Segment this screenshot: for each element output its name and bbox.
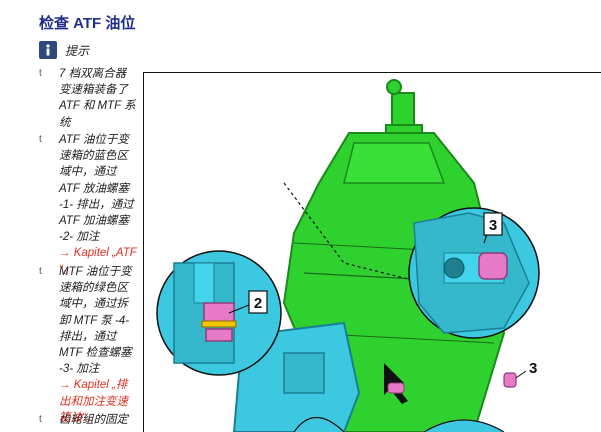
bullet-line: 速箱的绿色区 <box>59 282 128 295</box>
bullet-line: 齿轮组的固定 <box>59 414 128 426</box>
kapitel-atf-link[interactable]: → Kapitel „ATF <box>59 245 141 261</box>
seal-ring <box>201 320 237 328</box>
bullet-line: ATF 加油螺塞 <box>59 215 129 228</box>
bullet-line: -1- 排出，通过 <box>59 198 134 211</box>
bullet-mark: t <box>39 68 42 79</box>
bullet-line: 排出，通过 <box>59 330 117 343</box>
detail-circle-mtf-check-plug <box>408 207 540 339</box>
info-icon <box>39 41 57 59</box>
bullet-mark: t <box>39 134 42 145</box>
bullet-line: 域中，通过拆 <box>59 298 128 311</box>
bullet-line: 卸 MTF 泵 -4- <box>59 314 130 327</box>
callout-label: 3 <box>529 360 537 377</box>
note-label: 提示 <box>65 43 90 58</box>
bullet-line: MTF 检查螺塞 <box>59 347 132 360</box>
kapitel-oil-link[interactable]: → Kapitel „排 <box>59 377 141 393</box>
bullet-line: ATF 油位于变 <box>59 134 129 146</box>
page-title: 检查 ATF 油位 <box>39 15 136 32</box>
bullet-line: 域中，通过 <box>59 166 117 179</box>
bullet-line: 统 <box>59 116 71 129</box>
callout-label: 2 <box>254 295 262 312</box>
bullet-line: -3- 加注 <box>59 363 100 376</box>
bullet-line: 变速箱装备了 <box>59 84 128 97</box>
bullet-line: 速箱的蓝色区 <box>59 150 128 163</box>
kapitel-oil-link-2[interactable]: 出和加注变速 <box>59 394 141 410</box>
transmission-illustration: 2 3 3 <box>143 72 601 432</box>
transmission-drawing: 2 3 3 <box>156 79 540 432</box>
callout-label: 3 <box>489 217 497 234</box>
bullet-line: -2- 加注 <box>59 231 100 244</box>
bullet-line: ATF 放油螺塞 <box>59 182 129 195</box>
bullet-line: MTF 油位于变 <box>59 266 132 278</box>
bullet-mark: t <box>39 414 42 425</box>
bullet-line: ATF 和 MTF 系 <box>59 100 136 113</box>
bullet-mark: t <box>39 266 42 277</box>
mtf-check-plug <box>478 252 508 280</box>
mtf-plug-outside <box>503 370 527 388</box>
bullet-line: 7 档双离合器 <box>59 68 127 80</box>
note-header: 提示 <box>39 40 89 60</box>
